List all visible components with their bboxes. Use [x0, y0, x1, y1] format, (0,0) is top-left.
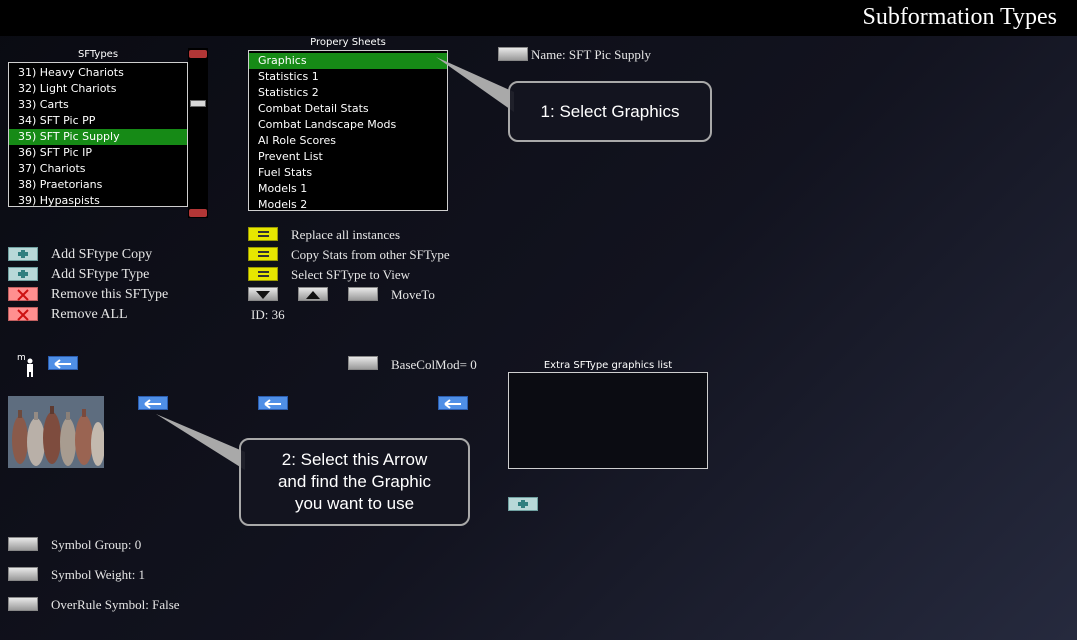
move-to-button[interactable]: [348, 287, 378, 301]
callout-two-line-3: you want to use: [294, 494, 415, 513]
close-icon: [17, 289, 29, 301]
graphic-arrow-button-2[interactable]: [258, 396, 288, 410]
id-label: ID: 36: [251, 307, 285, 322]
remove-all-label: Remove ALL: [51, 307, 128, 322]
move-up-button[interactable]: [298, 287, 328, 301]
arrow-left-icon: [54, 359, 71, 369]
move-to-label: MoveTo: [391, 287, 435, 302]
move-down-button[interactable]: [248, 287, 278, 301]
callout-one-pointer: [436, 57, 514, 112]
symbol-weight-button[interactable]: [8, 567, 38, 581]
copy-stats-label: Copy Stats from other SFType: [291, 247, 450, 262]
add-copy-button[interactable]: [8, 247, 38, 261]
graphic-arrow-button-3[interactable]: [438, 396, 468, 410]
unit-symbol-icon: m: [17, 353, 41, 377]
remove-this-label: Remove this SFType: [51, 287, 169, 302]
extra-graphics-caption: Extra SFType graphics list: [543, 360, 673, 371]
callout-one-text: 1: Select Graphics: [540, 101, 680, 121]
copy-stats-button[interactable]: [248, 247, 278, 261]
triangle-down-icon: [256, 291, 270, 299]
close-icon: [17, 309, 29, 321]
callout-select-arrow: 2: Select this Arrow and find the Graphi…: [239, 438, 470, 526]
add-extra-graphic-button[interactable]: [508, 497, 538, 511]
remove-all-button[interactable]: [8, 307, 38, 321]
replace-all-label: Replace all instances: [291, 227, 401, 242]
extra-graphics-list[interactable]: [508, 372, 708, 469]
add-copy-label: Add SFtype Copy: [51, 247, 153, 262]
base-col-mod-label: BaseColMod= 0: [391, 357, 477, 372]
symbol-group-label: Symbol Group: 0: [51, 537, 142, 552]
graphic-arrow-button-1[interactable]: [138, 396, 168, 410]
symbol-group-button[interactable]: [8, 537, 38, 551]
arrow-left-icon: [264, 399, 281, 409]
add-type-button[interactable]: [8, 267, 38, 281]
select-view-button[interactable]: [248, 267, 278, 281]
remove-this-button[interactable]: [8, 287, 38, 301]
add-type-label: Add SFtype Type: [51, 267, 150, 282]
select-view-label: Select SFType to View: [291, 267, 411, 282]
triangle-up-icon: [306, 291, 320, 299]
amphora-supply-picture: [8, 396, 104, 468]
symbol-arrow-button[interactable]: [48, 356, 78, 370]
symbol-weight-label: Symbol Weight: 1: [51, 567, 146, 582]
overrule-symbol-label: OverRule Symbol: False: [51, 597, 180, 612]
sftype-graphic-thumbnail: [8, 396, 104, 468]
callout-two-line-1: 2: Select this Arrow: [281, 450, 428, 469]
callout-select-graphics: 1: Select Graphics: [508, 81, 712, 142]
soldier-icon: [27, 358, 33, 377]
overrule-symbol-button[interactable]: [8, 597, 38, 611]
callout-two-line-2: and find the Graphic: [277, 472, 432, 491]
arrow-left-icon: [444, 399, 461, 409]
base-col-mod-button[interactable]: [348, 356, 378, 370]
replace-all-button[interactable]: [248, 227, 278, 241]
arrow-left-icon: [144, 399, 161, 409]
callout-two-pointer: [156, 414, 245, 470]
